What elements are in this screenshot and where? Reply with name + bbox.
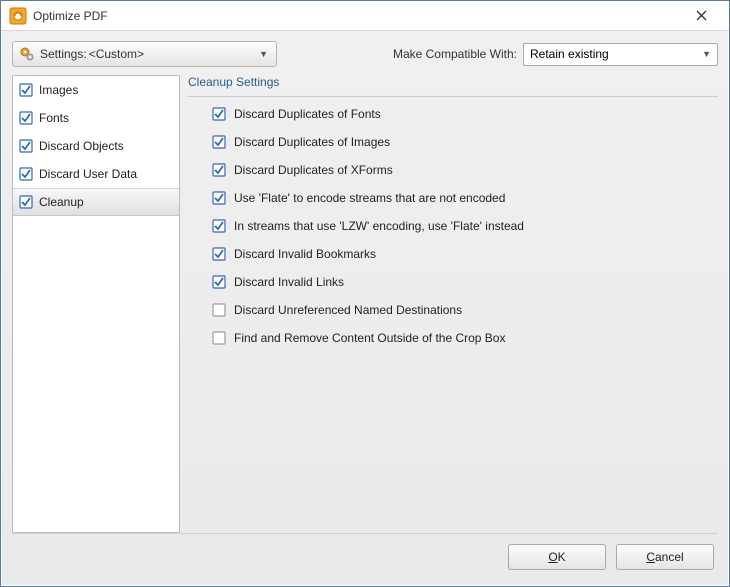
compat-label: Make Compatible With: <box>393 47 517 61</box>
sidebar-item-images[interactable]: Images <box>13 76 179 104</box>
window-title: Optimize PDF <box>33 9 681 23</box>
main-row: Images Fonts Discard Objects Discard Use… <box>12 75 718 533</box>
ok-button[interactable]: OK <box>508 544 606 570</box>
settings-dropdown[interactable]: Settings: <Custom> ▼ <box>12 41 277 67</box>
dialog-window: Optimize PDF Settings: <Custom> ▼ <box>0 0 730 587</box>
checkbox-icon[interactable] <box>19 83 33 97</box>
checkbox-icon[interactable] <box>212 219 226 233</box>
settings-label: Settings: <box>40 47 87 61</box>
ok-label: OK <box>548 550 565 564</box>
sidebar-item-fonts[interactable]: Fonts <box>13 104 179 132</box>
option-discard-dup-fonts[interactable]: Discard Duplicates of Fonts <box>212 107 718 121</box>
sidebar-item-discard-objects[interactable]: Discard Objects <box>13 132 179 160</box>
option-label: Find and Remove Content Outside of the C… <box>234 331 505 345</box>
dialog-body: Settings: <Custom> ▼ Make Compatible Wit… <box>1 31 729 586</box>
titlebar: Optimize PDF <box>1 1 729 31</box>
option-label: In streams that use 'LZW' encoding, use … <box>234 219 524 233</box>
option-label: Discard Unreferenced Named Destinations <box>234 303 462 317</box>
checkbox-icon[interactable] <box>212 247 226 261</box>
option-discard-unref-named-dest[interactable]: Discard Unreferenced Named Destinations <box>212 303 718 317</box>
option-discard-invalid-bookmarks[interactable]: Discard Invalid Bookmarks <box>212 247 718 261</box>
option-label: Discard Duplicates of Images <box>234 135 390 149</box>
sidebar-item-label: Cleanup <box>39 195 84 209</box>
checkbox-icon[interactable] <box>212 107 226 121</box>
compat-dropdown[interactable]: Retain existing ▼ <box>523 43 718 66</box>
cancel-label: Cancel <box>646 550 683 564</box>
option-flate-encode[interactable]: Use 'Flate' to encode streams that are n… <box>212 191 718 205</box>
checkbox-icon[interactable] <box>19 167 33 181</box>
checkbox-icon[interactable] <box>19 195 33 209</box>
option-discard-invalid-links[interactable]: Discard Invalid Links <box>212 275 718 289</box>
option-label: Discard Duplicates of XForms <box>234 163 393 177</box>
option-discard-dup-images[interactable]: Discard Duplicates of Images <box>212 135 718 149</box>
option-discard-dup-xforms[interactable]: Discard Duplicates of XForms <box>212 163 718 177</box>
checkbox-icon[interactable] <box>212 135 226 149</box>
dialog-footer: OK Cancel <box>12 533 718 579</box>
settings-panel: Cleanup Settings Discard Duplicates of F… <box>188 75 718 533</box>
option-label: Use 'Flate' to encode streams that are n… <box>234 191 505 205</box>
checkbox-icon[interactable] <box>212 275 226 289</box>
option-label: Discard Invalid Bookmarks <box>234 247 376 261</box>
top-row: Settings: <Custom> ▼ Make Compatible Wit… <box>12 41 718 67</box>
sidebar-item-label: Fonts <box>39 111 69 125</box>
sidebar-item-label: Images <box>39 83 78 97</box>
sidebar-item-cleanup[interactable]: Cleanup <box>13 188 179 216</box>
chevron-down-icon: ▼ <box>259 49 268 59</box>
panel-header: Cleanup Settings <box>188 75 718 97</box>
category-sidebar: Images Fonts Discard Objects Discard Use… <box>12 75 180 533</box>
sidebar-item-discard-user-data[interactable]: Discard User Data <box>13 160 179 188</box>
checkbox-icon[interactable] <box>19 139 33 153</box>
option-label: Discard Invalid Links <box>234 275 344 289</box>
gear-icon <box>19 46 35 62</box>
sidebar-item-label: Discard Objects <box>39 139 124 153</box>
options-list: Discard Duplicates of Fonts Discard Dupl… <box>188 107 718 345</box>
checkbox-icon[interactable] <box>19 111 33 125</box>
compat-wrap: Make Compatible With: Retain existing ▼ <box>393 43 718 66</box>
checkbox-icon[interactable] <box>212 331 226 345</box>
checkbox-icon[interactable] <box>212 303 226 317</box>
app-icon <box>9 7 27 25</box>
checkbox-icon[interactable] <box>212 191 226 205</box>
checkbox-icon[interactable] <box>212 163 226 177</box>
close-button[interactable] <box>681 2 721 30</box>
sidebar-item-label: Discard User Data <box>39 167 137 181</box>
chevron-down-icon: ▼ <box>702 49 711 59</box>
option-label: Discard Duplicates of Fonts <box>234 107 381 121</box>
option-lzw-to-flate[interactable]: In streams that use 'LZW' encoding, use … <box>212 219 718 233</box>
settings-value: <Custom> <box>89 47 144 61</box>
compat-value: Retain existing <box>530 47 609 61</box>
option-remove-outside-cropbox[interactable]: Find and Remove Content Outside of the C… <box>212 331 718 345</box>
cancel-button[interactable]: Cancel <box>616 544 714 570</box>
